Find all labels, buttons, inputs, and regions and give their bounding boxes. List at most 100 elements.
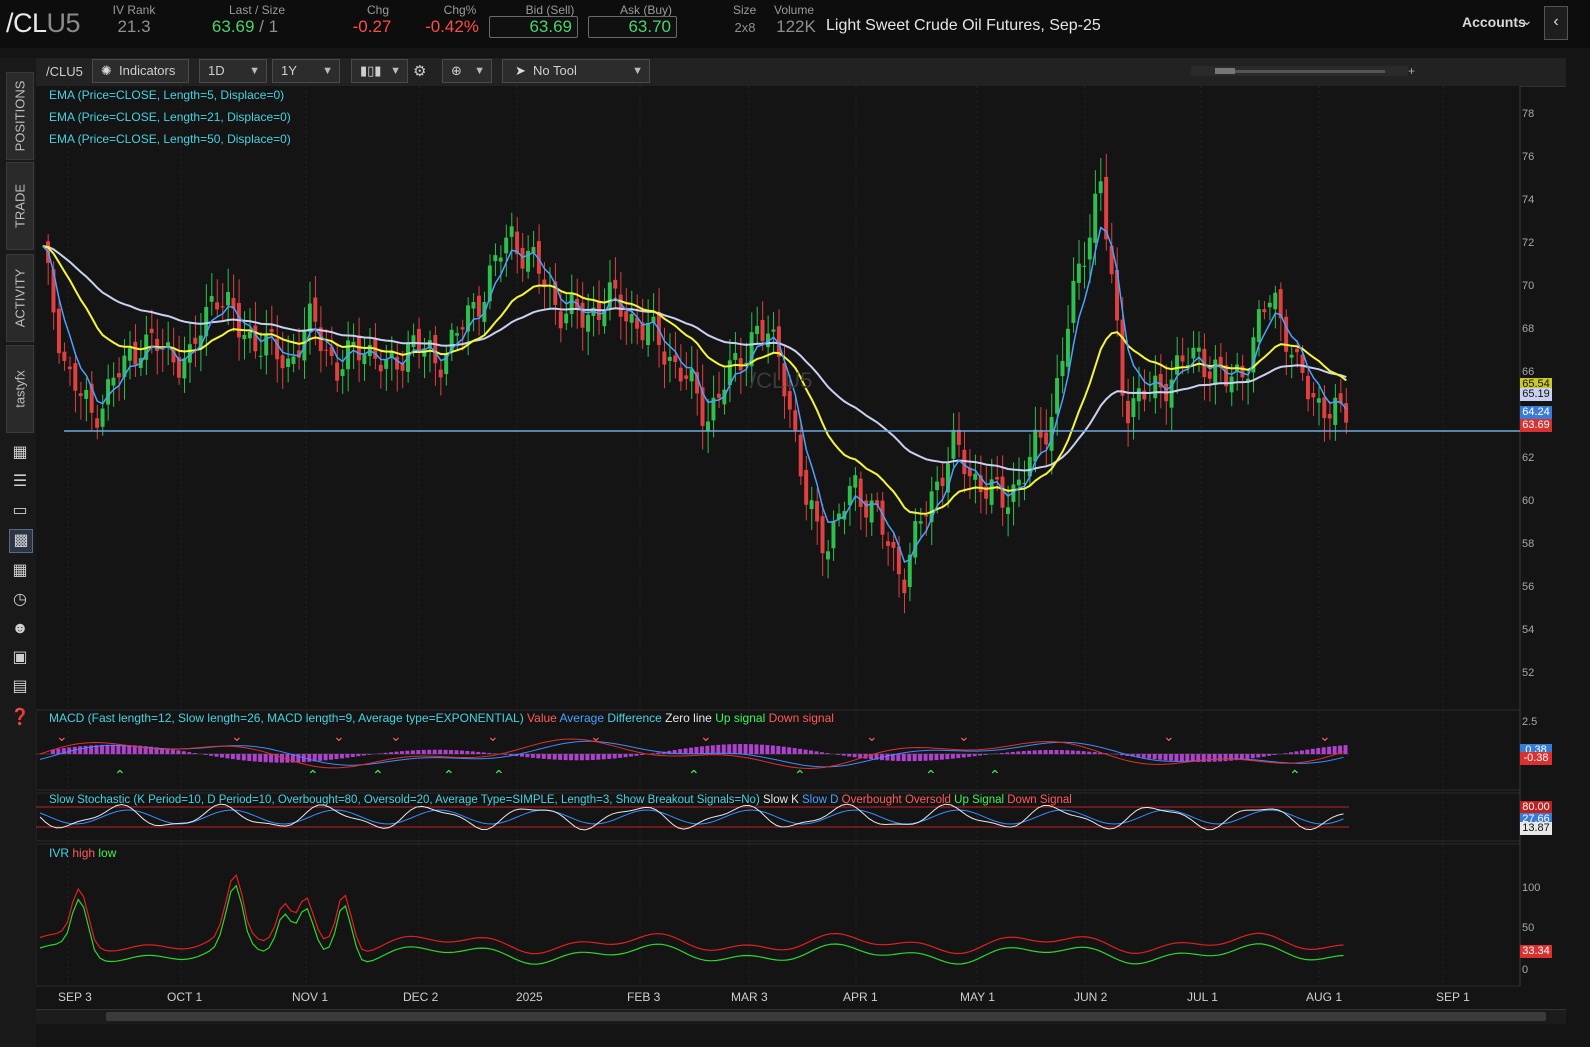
macd-histogram-bar [634,754,639,756]
tab-trade[interactable]: TRADE [6,162,34,250]
macd-histogram-bar [650,753,655,754]
macd-histogram-bar [901,754,906,762]
bid-button[interactable]: 63.69 [489,16,578,38]
macd-up-arrow: ⌃ [688,768,700,784]
candle-body [493,255,498,262]
collapse-icon[interactable]: ‹ [1544,6,1568,40]
ema21-label[interactable]: EMA (Price=CLOSE, Length=21, Displace=0) [49,110,291,124]
price-axis-tick: 60 [1522,495,1535,507]
candle-body [1267,302,1272,308]
calendar-icon[interactable]: ▣ [9,647,31,669]
zoom-slider[interactable] [1191,66,1408,76]
chart-style-select[interactable]: ▮▯▮ ▼ [351,59,408,83]
macd-histogram-bar [399,751,404,754]
help-icon[interactable]: ❓ [9,707,31,729]
candle-body [258,355,263,357]
tab-tastyfx[interactable]: tastyfx [6,345,34,433]
chevron-down-icon[interactable]: ⌄ [1521,12,1533,29]
layout-icon[interactable]: ▦ [9,560,31,582]
macd-histogram-bar [1043,750,1048,754]
macd-histogram-bar [296,754,301,763]
macd-histogram-bar [781,746,786,754]
symbol-title[interactable]: /CLU5 [6,8,81,39]
list-icon[interactable]: ☰ [9,471,31,493]
macd-legend[interactable]: MACD (Fast length=12, Slow length=26, MA… [49,711,834,725]
macd-histogram-bar [1294,751,1299,754]
clock-icon[interactable]: ◷ [9,589,31,611]
ivr-panel [36,843,1521,987]
macd-histogram-bar [814,751,819,754]
candle-body [1136,388,1141,402]
candle-body [111,377,116,386]
macd-histogram-bar [579,754,584,761]
candle-body [673,355,678,363]
candle-body [760,319,765,342]
candle-body [1311,392,1316,398]
tab-positions[interactable]: POSITIONS [6,72,34,160]
macd-histogram-bar [1038,750,1043,754]
candle-body [629,313,634,323]
period-select[interactable]: 1D ▼ [199,59,267,83]
settings-icon[interactable]: ⚙ [413,62,426,80]
stoch-legend[interactable]: Slow Stochastic (K Period=10, D Period=1… [49,794,1072,806]
macd-histogram-bar [1114,754,1119,755]
macd-histogram-bar [181,751,186,754]
macd-histogram-bar [803,749,808,754]
tab-activity[interactable]: ACTIVITY [6,254,34,342]
ivr-legend[interactable]: IVR high low [49,846,116,860]
candle-body [182,358,187,379]
macd-histogram-bar [618,754,623,758]
candle-body [1033,429,1038,462]
macd-histogram-bar [1059,750,1064,754]
candle-body [1098,181,1103,194]
candle-body [820,516,825,554]
candle-body [416,328,421,353]
candle-body [678,367,683,382]
macd-histogram-bar [170,749,175,754]
candle-body [924,515,929,517]
ask-button[interactable]: 63.70 [588,16,677,38]
ema50-label[interactable]: EMA (Price=CLOSE, Length=50, Displace=0) [49,132,291,146]
candle-body [127,348,132,361]
candle-body [476,295,481,317]
price-chart[interactable]: ⌄ ⌄ ⌄ ⌄ ⌄ ⌄ ⌄ ⌄ ⌄ ⌄ ⌄ ⌃ ⌃ ⌃ ⌃ ⌃ ⌃ ⌃ ⌃ ⌃ ⌃ [36,86,1566,1009]
date-axis-tick: MAY 1 [960,990,995,1004]
macd-histogram-bar [383,752,388,754]
macd-histogram-bar [350,754,355,757]
macd-histogram-bar [443,749,448,754]
watchlist-icon[interactable]: ▦ [9,442,31,464]
price-axis-tick: 78 [1522,108,1535,120]
macd-histogram-bar [519,754,524,757]
drawing-style-select[interactable]: ⊕ ▼ [442,59,492,83]
candle-body [684,375,689,379]
indicators-button[interactable]: ✺ Indicators [92,59,189,83]
candle-body [815,501,820,522]
chart-symbol[interactable]: /CLU5 [46,64,83,79]
left-rail: POSITIONS TRADE ACTIVITY tastyfx ▦ ☰ ▭ ▩… [0,58,36,1047]
tool-select[interactable]: ➤ No Tool ▼ [502,59,650,83]
candle-body [253,325,258,352]
candle-body [716,393,721,398]
users-icon[interactable]: ☻ [9,618,31,640]
candle-body [1289,354,1294,358]
macd-histogram-bar [656,752,661,754]
macd-histogram-bar [590,754,595,760]
candle-body [155,338,160,351]
candle-body [247,331,252,339]
range-select[interactable]: 1Y ▼ [272,59,340,83]
zoom-in-button[interactable]: + [1408,64,1415,78]
cursor-icon: ➤ [515,63,526,78]
macd-histogram-bar [230,754,235,760]
macd-histogram-bar [547,754,552,760]
macd-histogram-bar [558,754,563,760]
document-icon[interactable]: ▤ [9,676,31,698]
monitor-icon[interactable]: ▭ [9,500,31,522]
chart-grid-icon[interactable]: ▩ [9,529,33,553]
macd-histogram-bar [1016,751,1021,754]
macd-histogram-bar [776,746,781,754]
horizontal-scrollbar[interactable] [36,1009,1566,1024]
accounts-menu[interactable]: Accounts [1462,14,1526,30]
ema5-label[interactable]: EMA (Price=CLOSE, Length=5, Displace=0) [49,88,284,102]
macd-histogram-bar [416,750,421,754]
candle-body [1322,397,1327,419]
